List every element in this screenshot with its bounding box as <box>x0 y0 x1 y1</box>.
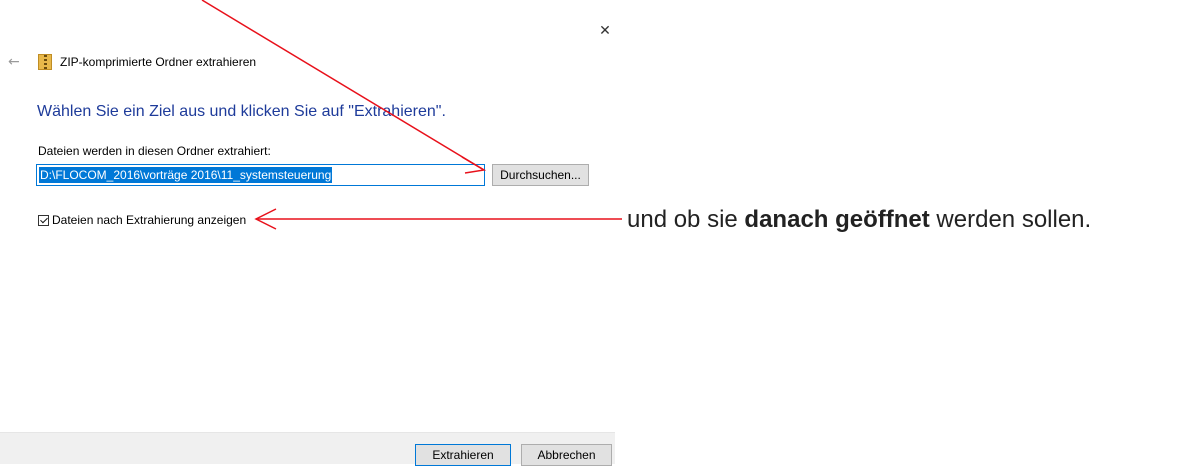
extract-dialog: ✕ ← ZIP-komprimierte Ordner extrahieren … <box>0 0 615 466</box>
annotation-bold: danach geöffnet <box>744 206 930 233</box>
cancel-button[interactable]: Abbrechen <box>521 444 612 466</box>
instruction-heading: Wählen Sie ein Ziel aus und klicken Sie … <box>37 103 446 120</box>
close-icon[interactable]: ✕ <box>596 22 614 40</box>
zip-folder-icon <box>38 54 52 70</box>
annotation-suffix: werden sollen. <box>929 206 1092 233</box>
show-files-option[interactable]: Dateien nach Extrahierung anzeigen <box>38 212 246 228</box>
destination-label: Dateien werden in diesen Ordner extrahie… <box>38 144 271 158</box>
destination-path-input[interactable]: D:\FLOCOM_2016\vorträge 2016\11_systemst… <box>36 164 485 186</box>
show-files-checkbox-label[interactable]: Dateien nach Extrahierung anzeigen <box>52 213 246 227</box>
annotation-text: und ob sie danach geöffnet werden sollen… <box>627 206 1091 234</box>
destination-path-value: D:\FLOCOM_2016\vorträge 2016\11_systemst… <box>39 167 333 183</box>
checkbox-checked-icon[interactable] <box>38 214 49 226</box>
browse-button[interactable]: Durchsuchen... <box>492 164 589 186</box>
window-title: ZIP-komprimierte Ordner extrahieren <box>60 55 257 69</box>
extract-button[interactable]: Extrahieren <box>415 444 511 466</box>
annotation-prefix: und ob sie <box>627 206 745 233</box>
back-arrow-icon[interactable]: ← <box>8 54 24 70</box>
